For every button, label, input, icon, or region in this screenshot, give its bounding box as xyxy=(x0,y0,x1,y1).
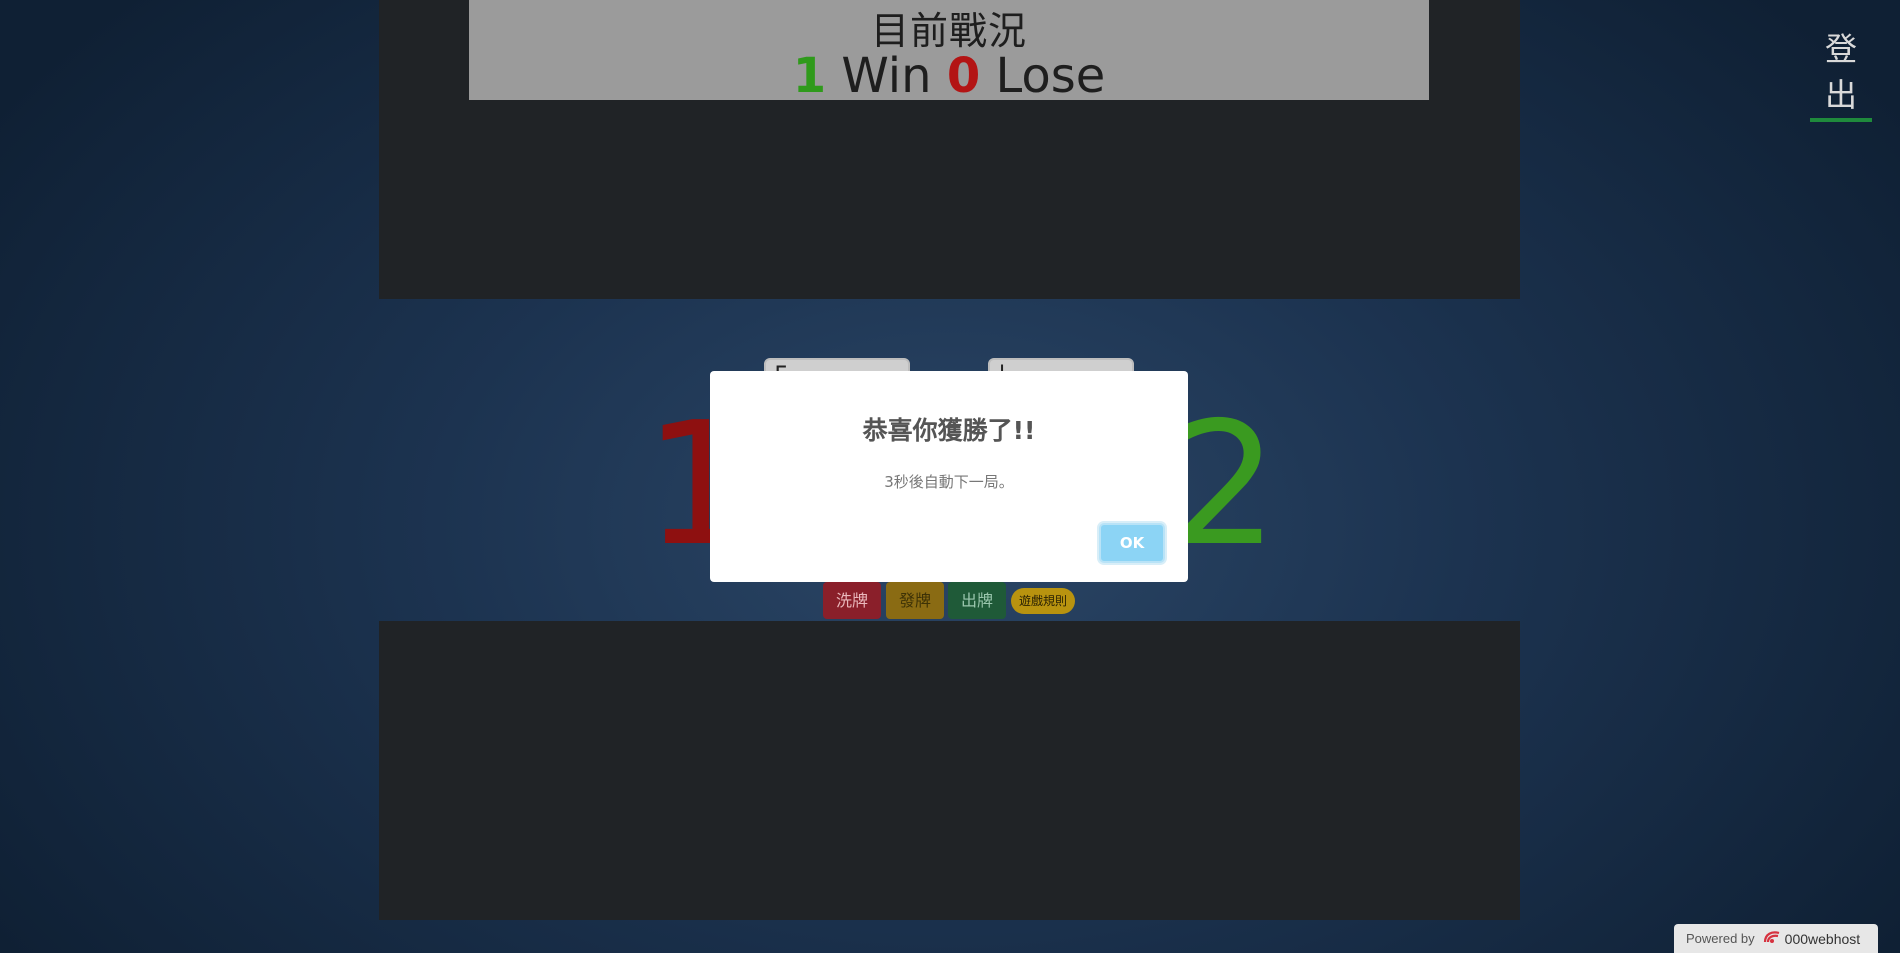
dialog-message: 3秒後自動下一局。 xyxy=(884,473,1014,491)
powered-by-brand: 000webhost xyxy=(1784,930,1861,947)
powered-by-badge[interactable]: Powered by 000webhost xyxy=(1674,924,1878,953)
webhost-logo-icon xyxy=(1763,929,1781,948)
dialog-title: 恭喜你獲勝了!! xyxy=(862,416,1036,445)
win-dialog: 恭喜你獲勝了!! 3秒後自動下一局。 OK xyxy=(710,371,1188,582)
ok-button[interactable]: OK xyxy=(1099,523,1165,563)
powered-by-text: Powered by xyxy=(1686,931,1755,946)
